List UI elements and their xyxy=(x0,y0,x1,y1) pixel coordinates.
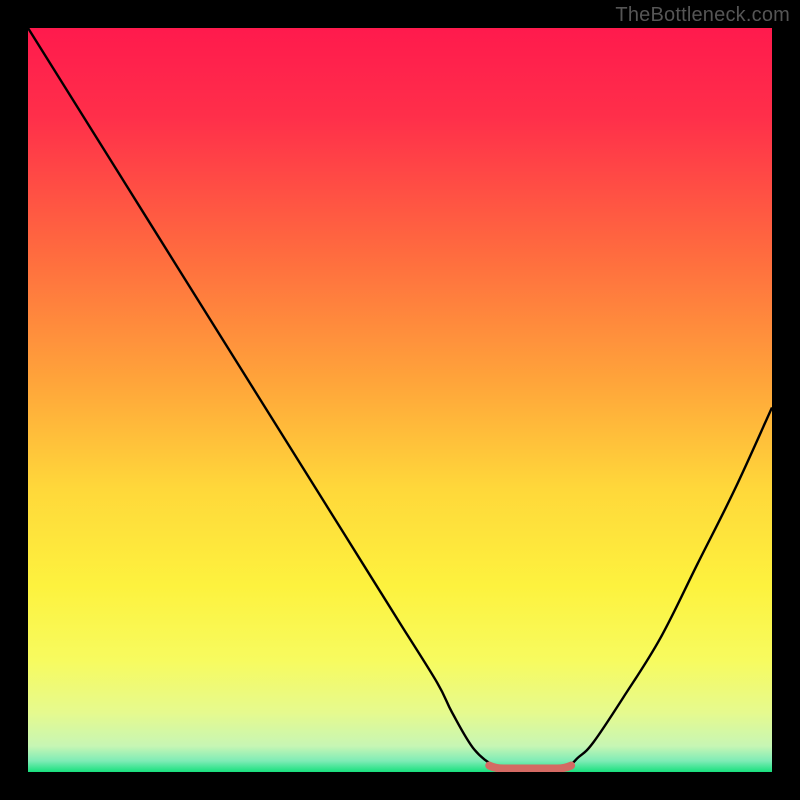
chart-frame: TheBottleneck.com xyxy=(0,0,800,800)
bottleneck-chart xyxy=(28,28,772,772)
watermark-text: TheBottleneck.com xyxy=(615,4,790,27)
optimal-range-marker xyxy=(489,766,571,769)
plot-area xyxy=(28,28,772,772)
gradient-background xyxy=(28,28,772,772)
